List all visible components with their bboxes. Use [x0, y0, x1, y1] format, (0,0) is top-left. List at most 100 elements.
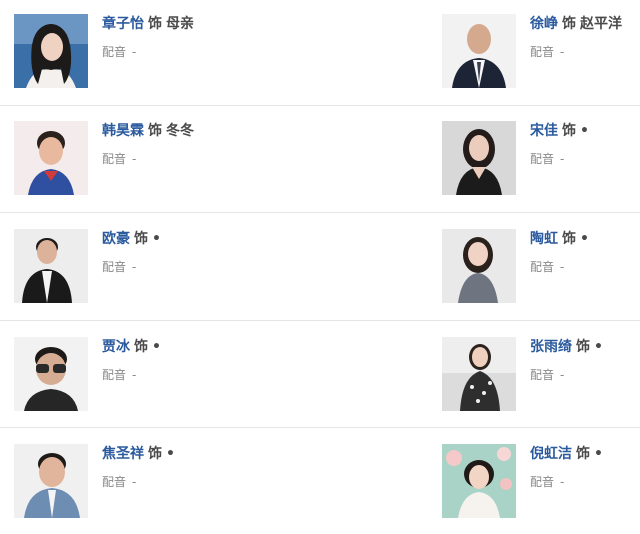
cast-info: 贾冰饰 • 配音 - [102, 337, 161, 383]
voice-line: 配音 - [102, 474, 175, 490]
role-name: • [166, 446, 175, 462]
actor-name-link[interactable]: 宋佳 [530, 123, 558, 139]
actor-name-link[interactable]: 张雨绮 [530, 339, 572, 355]
cast-item: 韩昊霖饰冬冬 配音 - [0, 121, 320, 211]
as-label: 饰 [134, 339, 148, 355]
actor-name-link[interactable]: 欧豪 [102, 231, 130, 247]
as-label: 饰 [576, 339, 590, 355]
actor-photo[interactable] [442, 14, 516, 88]
cast-list: 章子怡饰母亲 配音 - 徐峥饰赵平洋 配音 - 韩昊霖 饰 冬冬 配音 - 宋佳… [0, 0, 640, 527]
cast-title: 焦圣祥饰 • [102, 444, 175, 464]
portrait-image [442, 14, 516, 88]
cast-title: 欧豪饰 • [102, 229, 161, 249]
cast-item: 倪虹洁饰 • 配音 - [428, 444, 640, 534]
voice-value: - [560, 368, 565, 382]
role-name: 母亲 [166, 16, 194, 32]
as-label: 饰 [134, 231, 148, 247]
voice-value: - [132, 45, 137, 59]
actor-name-link[interactable]: 倪虹洁 [530, 446, 572, 462]
voice-line: 配音 - [530, 367, 603, 383]
actor-name-link[interactable]: 徐峥 [530, 16, 558, 32]
actor-name-link[interactable]: 焦圣祥 [102, 446, 144, 462]
portrait-image [14, 14, 88, 88]
as-label: 饰 [562, 231, 576, 247]
cast-title: 贾冰饰 • [102, 337, 161, 357]
cast-title: 徐峥饰赵平洋 [530, 14, 622, 34]
role-name: • [580, 231, 589, 247]
row-divider [0, 212, 640, 213]
as-label: 饰 [562, 123, 576, 139]
cast-item: 张雨绮饰 • 配音 - [428, 337, 640, 427]
voice-label: 配音 [530, 475, 555, 489]
voice-line: 配音 - [530, 151, 589, 167]
actor-photo[interactable] [442, 444, 516, 518]
voice-label: 配音 [102, 45, 127, 59]
cast-info: 宋佳饰 • 配音 - [530, 121, 589, 167]
as-label: 饰 [148, 123, 162, 139]
voice-line: 配音 - [102, 151, 194, 167]
voice-value: - [132, 368, 137, 382]
role-name: 冬冬 [166, 123, 194, 139]
cast-info: 张雨绮饰 • 配音 - [530, 337, 603, 383]
voice-line: 配音 - [530, 474, 603, 490]
actor-photo[interactable] [14, 229, 88, 303]
row-divider [0, 320, 640, 321]
voice-line: 配音 - [530, 259, 589, 275]
actor-name-link[interactable]: 章子怡 [102, 16, 144, 32]
voice-line: 配音 - [102, 44, 194, 60]
cast-info: 徐峥饰赵平洋 配音 - [530, 14, 622, 60]
row-divider [0, 427, 640, 428]
cast-title: 章子怡饰母亲 [102, 14, 194, 34]
voice-label: 配音 [102, 475, 127, 489]
cast-item: 章子怡饰母亲 配音 - [0, 14, 320, 104]
voice-label: 配音 [102, 368, 127, 382]
voice-value: - [560, 45, 565, 59]
voice-line: 配音 - [102, 367, 161, 383]
cast-item: 徐峥饰赵平洋 配音 - [428, 14, 640, 104]
actor-photo[interactable] [442, 229, 516, 303]
voice-line: 配音 - [530, 44, 622, 60]
portrait-image [14, 229, 88, 303]
actor-photo[interactable] [14, 337, 88, 411]
actor-photo[interactable] [442, 121, 516, 195]
cast-item: 欧豪饰 • 配音 - [0, 229, 320, 319]
as-label: 饰 [576, 446, 590, 462]
voice-value: - [132, 260, 137, 274]
actor-photo[interactable] [14, 14, 88, 88]
voice-value: - [132, 152, 137, 166]
portrait-image [442, 229, 516, 303]
actor-photo[interactable] [14, 444, 88, 518]
cast-info: 倪虹洁饰 • 配音 - [530, 444, 603, 490]
row-divider [0, 105, 640, 106]
role-name: • [152, 231, 161, 247]
cast-item: 焦圣祥饰 • 配音 - [0, 444, 320, 534]
role-name: • [152, 339, 161, 355]
cast-info: 韩昊霖饰冬冬 配音 - [102, 121, 194, 167]
portrait-image [14, 121, 88, 195]
portrait-image [442, 444, 516, 518]
voice-value: - [132, 475, 137, 489]
actor-photo[interactable] [442, 337, 516, 411]
as-label: 饰 [148, 446, 162, 462]
voice-label: 配音 [530, 152, 555, 166]
cast-item: 宋佳饰 • 配音 - [428, 121, 640, 211]
cast-info: 焦圣祥饰 • 配音 - [102, 444, 175, 490]
role-name: • [594, 339, 603, 355]
actor-name-link[interactable]: 韩昊霖 [102, 123, 144, 139]
voice-label: 配音 [530, 368, 555, 382]
voice-label: 配音 [530, 45, 555, 59]
cast-title: 张雨绮饰 • [530, 337, 603, 357]
voice-value: - [560, 260, 565, 274]
actor-photo[interactable] [14, 121, 88, 195]
voice-line: 配音 - [102, 259, 161, 275]
portrait-image [442, 121, 516, 195]
actor-name-link[interactable]: 陶虹 [530, 231, 558, 247]
portrait-image [442, 337, 516, 411]
actor-name-link[interactable]: 贾冰 [102, 339, 130, 355]
cast-title: 倪虹洁饰 • [530, 444, 603, 464]
portrait-image [14, 444, 88, 518]
as-label: 饰 [562, 16, 576, 32]
as-label: 饰 [148, 16, 162, 32]
voice-label: 配音 [102, 152, 127, 166]
voice-label: 配音 [530, 260, 555, 274]
